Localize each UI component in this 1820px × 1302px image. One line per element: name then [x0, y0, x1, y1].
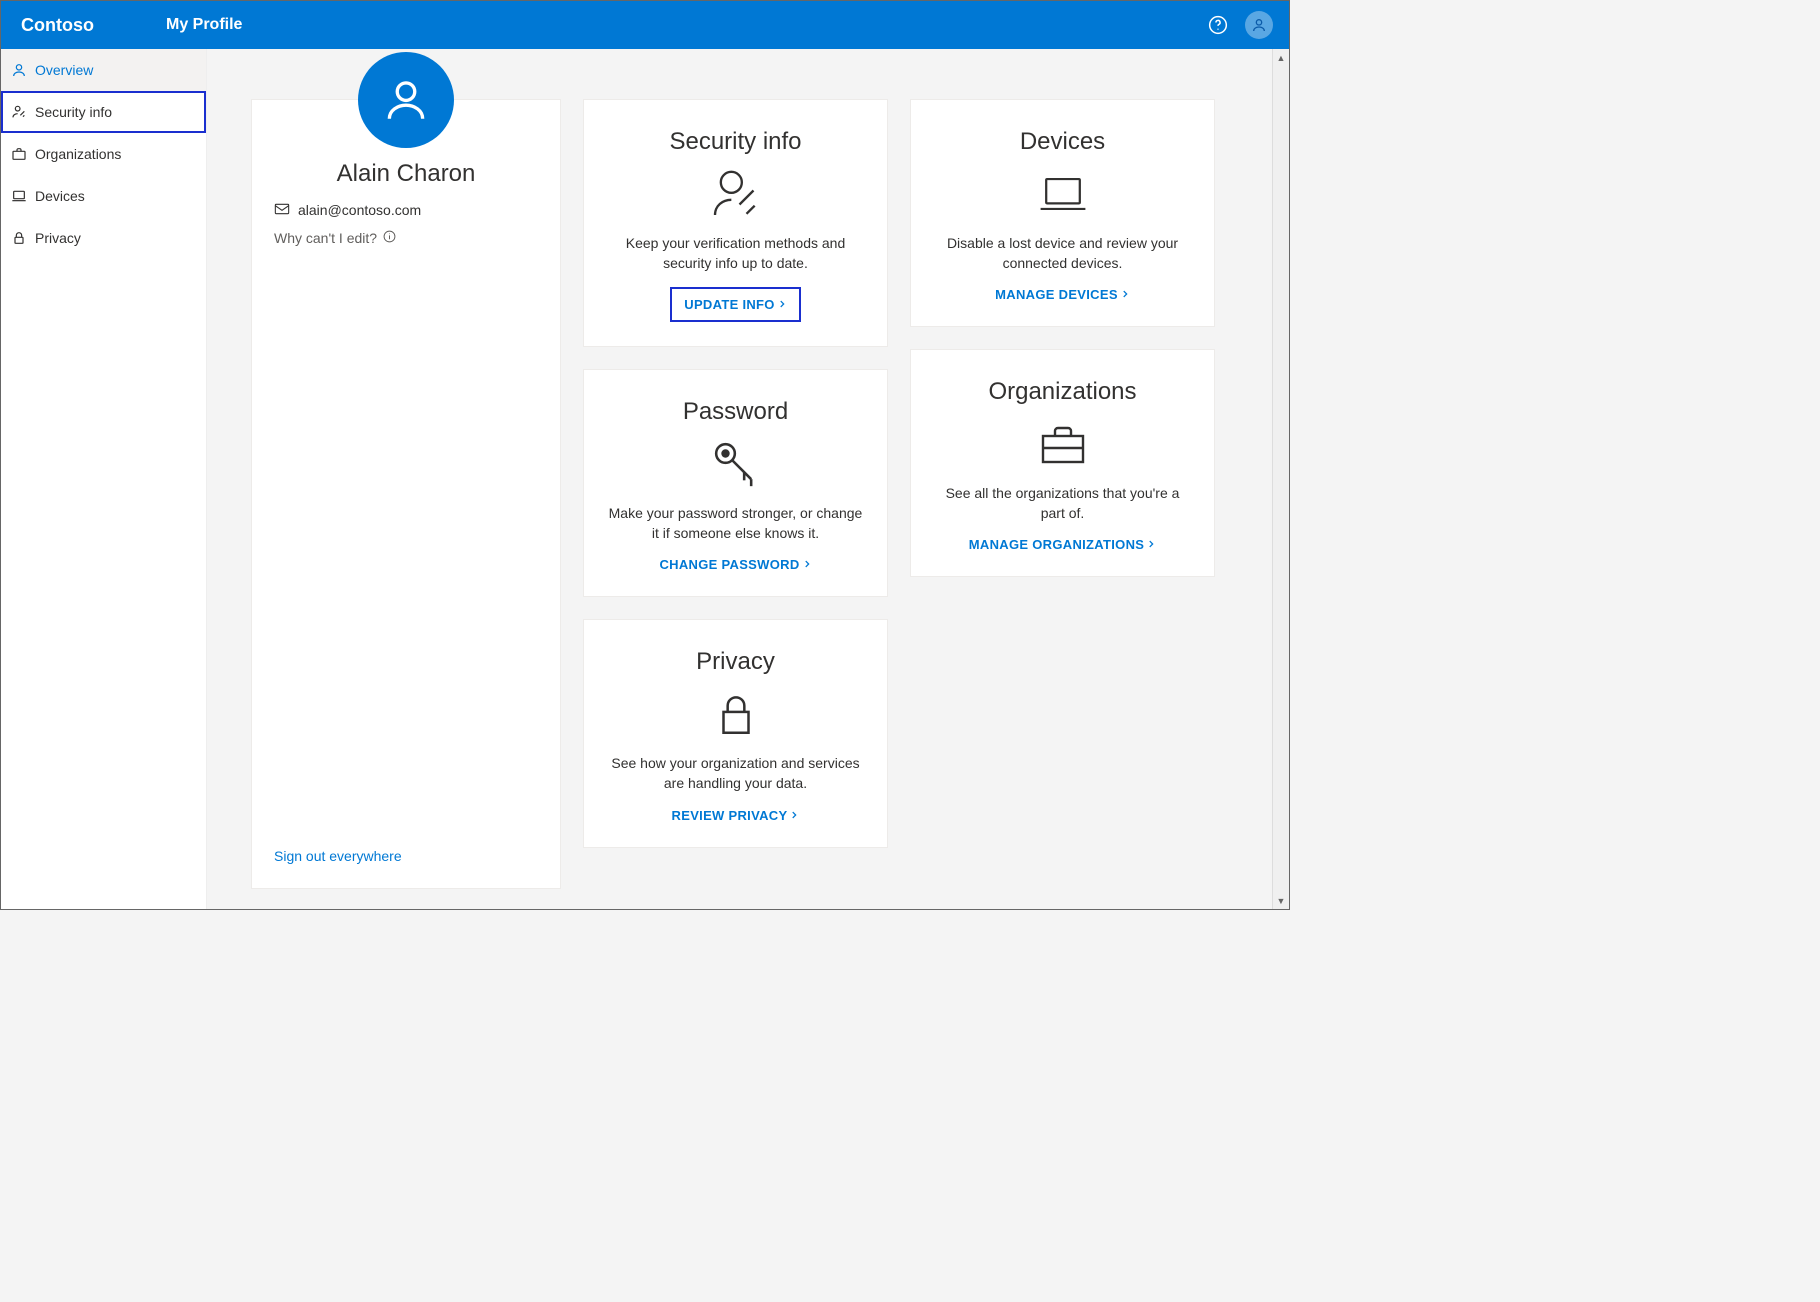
info-icon: [383, 230, 396, 246]
profile-card: Alain Charon alain@contoso.com Why can't…: [251, 99, 561, 889]
review-privacy-link[interactable]: REVIEW PRIVACY: [672, 808, 800, 823]
laptop-icon: [1035, 166, 1091, 222]
tile-desc: See how your organization and services a…: [606, 754, 866, 793]
edit-hint-row[interactable]: Why can't I edit?: [274, 230, 538, 246]
tile-organizations: Organizations See all the organizations …: [910, 349, 1215, 577]
manage-devices-link[interactable]: MANAGE DEVICES: [995, 287, 1130, 302]
header-bar: Contoso My Profile: [1, 1, 1289, 49]
sidebar-item-organizations[interactable]: Organizations: [1, 133, 206, 175]
tile-title: Privacy: [696, 648, 775, 676]
user-avatar-large: [358, 52, 454, 148]
tile-desc: See all the organizations that you're a …: [933, 484, 1193, 523]
user-email: alain@contoso.com: [298, 202, 421, 218]
main-content: Alain Charon alain@contoso.com Why can't…: [207, 49, 1289, 909]
tile-privacy: Privacy See how your organization and se…: [583, 619, 888, 847]
chevron-right-icon: [1146, 537, 1156, 552]
sidebar-item-label: Organizations: [35, 146, 121, 162]
page-title: My Profile: [166, 16, 242, 34]
key-icon: [708, 436, 764, 492]
sidebar-item-label: Security info: [35, 104, 112, 120]
briefcase-icon: [1035, 416, 1091, 472]
tile-title: Security info: [669, 128, 801, 156]
edit-hint-text: Why can't I edit?: [274, 230, 377, 246]
manage-organizations-link[interactable]: MANAGE ORGANIZATIONS: [969, 537, 1156, 552]
sign-out-everywhere-link[interactable]: Sign out everywhere: [274, 848, 402, 864]
sidebar: Overview Security info Organizations Dev…: [1, 49, 207, 909]
scrollbar[interactable]: ▲ ▼: [1272, 49, 1289, 909]
sidebar-item-label: Privacy: [35, 230, 81, 246]
chevron-right-icon: [802, 557, 812, 572]
tile-title: Organizations: [988, 378, 1136, 406]
tile-desc: Make your password stronger, or change i…: [606, 504, 866, 543]
person-icon: [11, 62, 27, 78]
tile-desc: Keep your verification methods and secur…: [606, 234, 866, 273]
update-info-link[interactable]: UPDATE INFO: [670, 287, 800, 322]
lock-icon: [708, 686, 764, 742]
tile-security-info: Security info Keep your verification met…: [583, 99, 888, 347]
sidebar-item-security-info[interactable]: Security info: [1, 91, 206, 133]
help-icon[interactable]: [1205, 12, 1231, 38]
sidebar-item-label: Overview: [35, 62, 93, 78]
laptop-icon: [11, 188, 27, 204]
scroll-up-arrow[interactable]: ▲: [1273, 49, 1290, 66]
tile-password: Password Make your password stronger, or…: [583, 369, 888, 597]
sidebar-item-devices[interactable]: Devices: [1, 175, 206, 217]
briefcase-icon: [11, 146, 27, 162]
change-password-link[interactable]: CHANGE PASSWORD: [659, 557, 811, 572]
tile-desc: Disable a lost device and review your co…: [933, 234, 1193, 273]
chevron-right-icon: [789, 808, 799, 823]
brand-name: Contoso: [21, 15, 94, 36]
sidebar-item-label: Devices: [35, 188, 85, 204]
user-name: Alain Charon: [274, 160, 538, 188]
chevron-right-icon: [777, 297, 787, 312]
tile-devices: Devices Disable a lost device and review…: [910, 99, 1215, 327]
sidebar-item-privacy[interactable]: Privacy: [1, 217, 206, 259]
scroll-down-arrow[interactable]: ▼: [1273, 892, 1290, 909]
tile-title: Devices: [1020, 128, 1105, 156]
chevron-right-icon: [1120, 287, 1130, 302]
tile-title: Password: [683, 398, 788, 426]
sidebar-item-overview[interactable]: Overview: [1, 49, 206, 91]
user-email-row: alain@contoso.com: [274, 202, 538, 218]
security-icon: [11, 104, 27, 120]
user-avatar-small[interactable]: [1245, 11, 1273, 39]
lock-icon: [11, 230, 27, 246]
mail-icon: [274, 202, 290, 218]
security-person-icon: [708, 166, 764, 222]
